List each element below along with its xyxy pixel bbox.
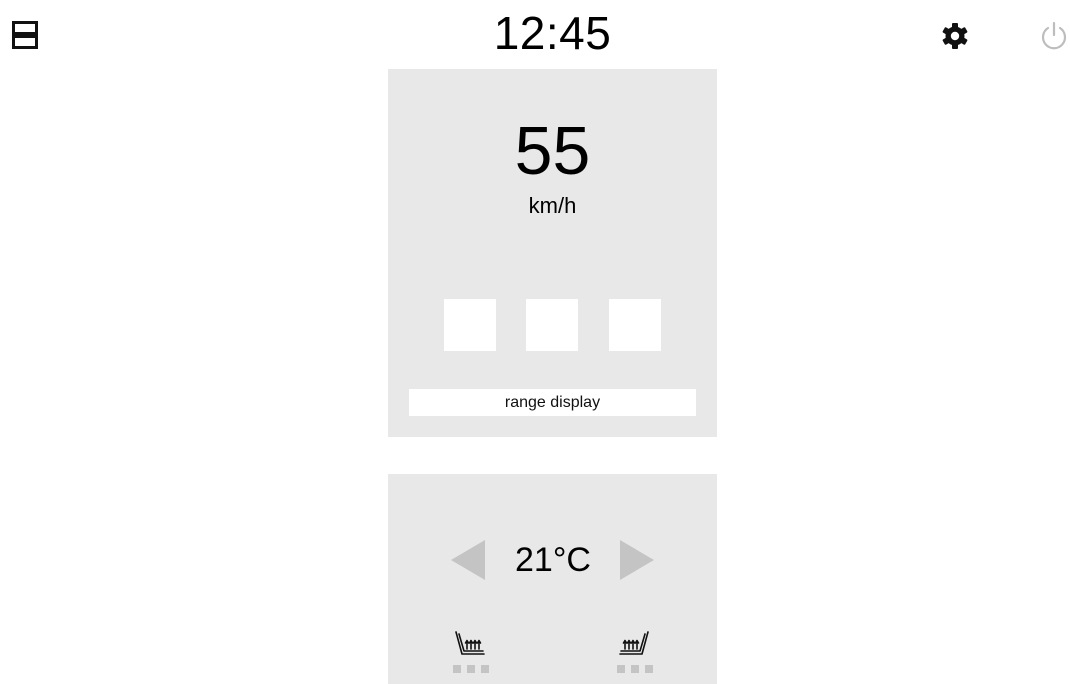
split-layout-icon[interactable]	[9, 18, 41, 52]
clock: 12:45	[493, 7, 612, 59]
level-dot	[481, 665, 489, 673]
speed-value: 55	[514, 113, 591, 189]
gear-icon[interactable]	[940, 21, 970, 51]
speed-unit: km/h	[528, 193, 577, 218]
level-dot	[631, 665, 639, 673]
range-display: range display	[409, 389, 696, 416]
seat-heat-left-icon	[455, 631, 485, 655]
quick-action-tile-2[interactable]	[526, 299, 578, 351]
temperature-value: 21°C	[515, 541, 591, 579]
temperature-decrease-button[interactable]	[451, 540, 485, 580]
seat-heat-right-icon	[619, 631, 649, 655]
temperature-increase-button[interactable]	[620, 540, 654, 580]
power-icon[interactable]	[1038, 19, 1070, 51]
seat-heat-left-level	[453, 665, 489, 673]
level-dot	[467, 665, 475, 673]
seat-heat-right-button[interactable]	[614, 626, 654, 676]
seat-heat-left-button[interactable]	[450, 626, 490, 676]
level-dot	[617, 665, 625, 673]
level-dot	[645, 665, 653, 673]
seat-heat-right-level	[617, 665, 653, 673]
level-dot	[453, 665, 461, 673]
quick-action-tile-1[interactable]	[444, 299, 496, 351]
quick-action-tile-3[interactable]	[609, 299, 661, 351]
